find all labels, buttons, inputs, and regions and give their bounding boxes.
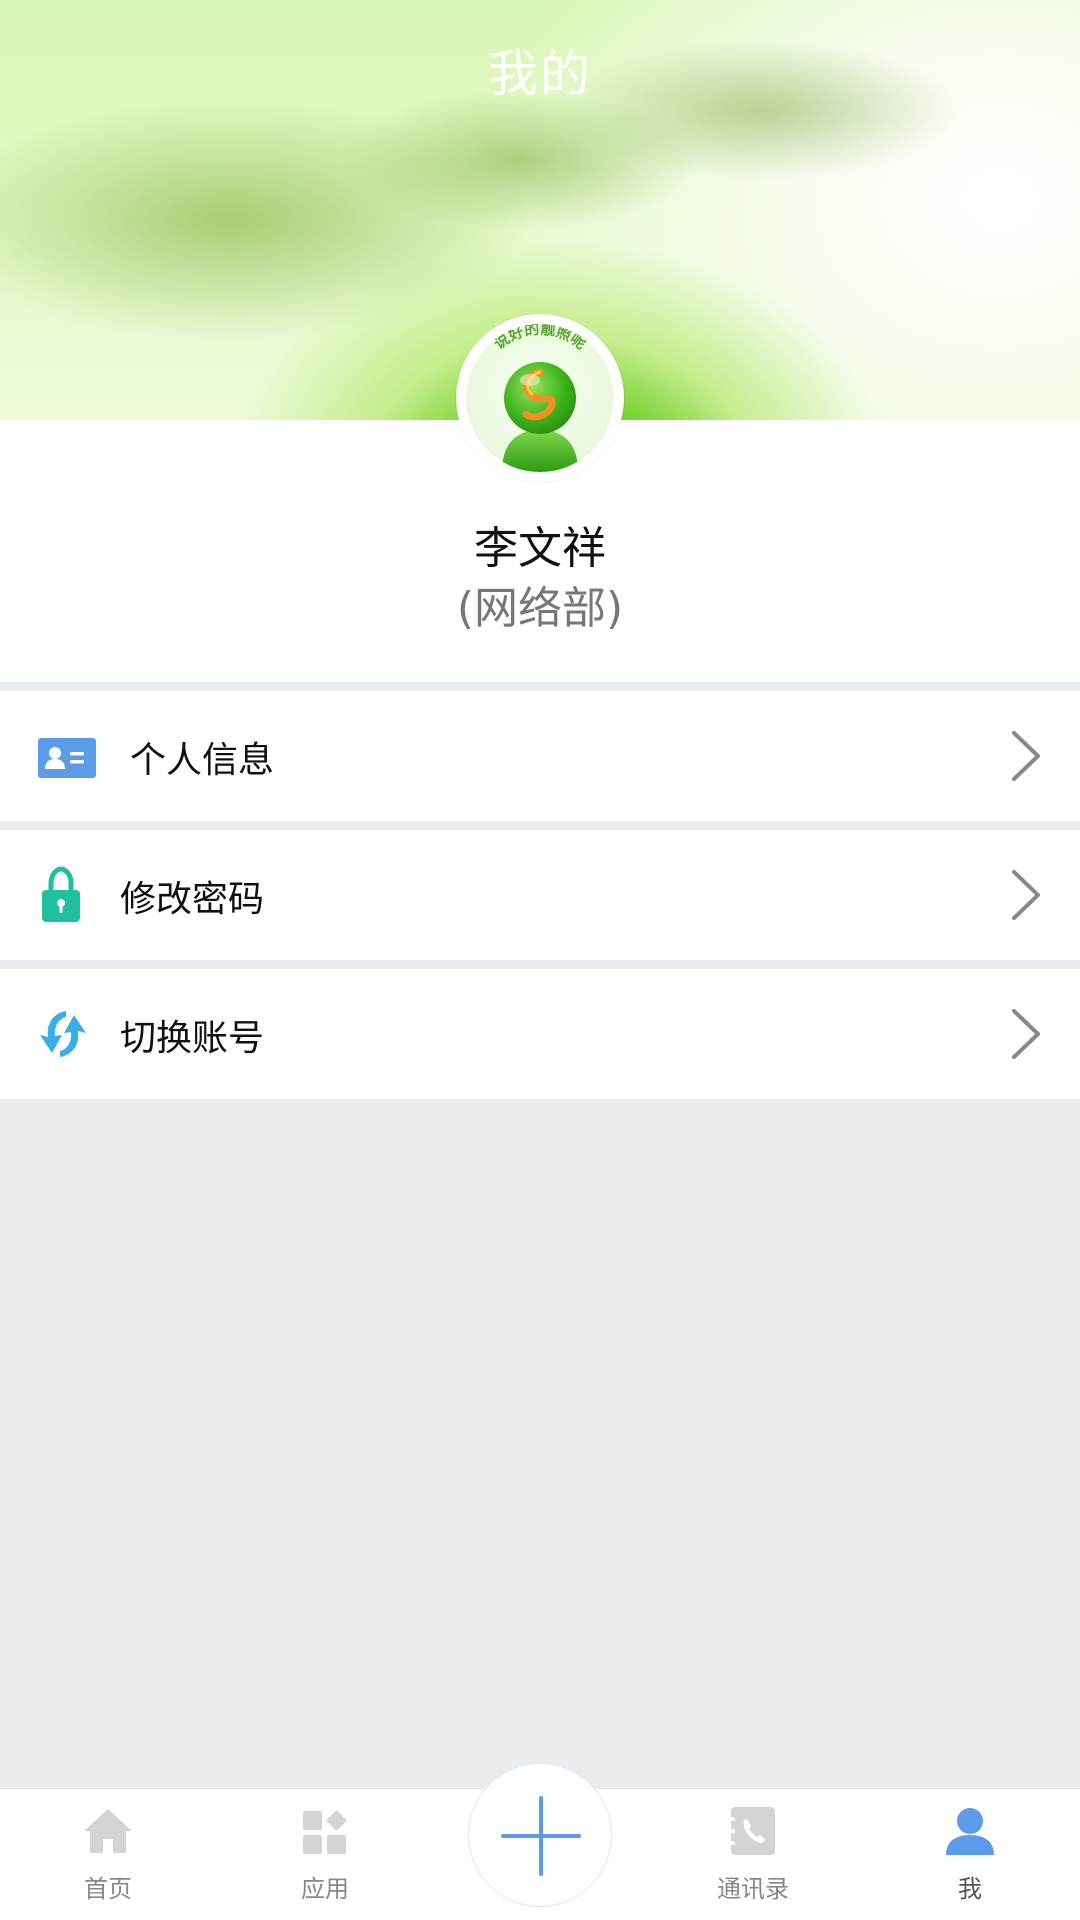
tab-label-contacts: 通讯录	[717, 1875, 789, 1903]
menu-label-change-password: 修改密码	[120, 879, 265, 920]
default-avatar-icon: 说好的靓照呢	[491, 324, 590, 472]
switch-account-icon	[40, 1011, 86, 1057]
home-icon	[84, 1809, 132, 1853]
user-department: (网络部)	[456, 583, 624, 634]
tab-label-home: 首页	[84, 1875, 132, 1903]
add-button[interactable]	[468, 1763, 612, 1907]
tab-label-me: 我	[958, 1875, 982, 1903]
plus-icon	[501, 1796, 581, 1876]
apps-icon	[303, 1810, 347, 1854]
chevron-right-icon	[1012, 870, 1040, 920]
tab-contacts[interactable]: 通讯录	[683, 1789, 823, 1920]
menu-label-switch-account: 切换账号	[120, 1018, 265, 1059]
chevron-right-icon	[1012, 731, 1040, 781]
tab-apps[interactable]: 应用	[255, 1789, 395, 1920]
chevron-right-icon	[1012, 1009, 1040, 1059]
id-card-icon	[38, 738, 96, 778]
user-name: 李文祥	[474, 523, 606, 574]
avatar-image: 说好的靓照呢	[466, 324, 614, 472]
contacts-icon	[729, 1807, 775, 1855]
user-icon	[946, 1808, 994, 1855]
avatar-caption: 说好的靓照呢	[491, 324, 590, 353]
svg-text:说好的靓照呢: 说好的靓照呢	[491, 324, 590, 353]
menu-item-personal-info[interactable]: 个人信息	[0, 691, 1080, 821]
lock-icon	[42, 866, 80, 922]
menu-item-change-password[interactable]: 修改密码	[0, 830, 1080, 960]
menu-item-switch-account[interactable]: 切换账号	[0, 969, 1080, 1099]
menu-label-personal-info: 个人信息	[130, 740, 275, 781]
avatar[interactable]: 说好的靓照呢	[456, 314, 624, 482]
tab-me[interactable]: 我	[900, 1789, 1040, 1920]
tab-home[interactable]: 首页	[38, 1789, 178, 1920]
page-title: 我的	[488, 45, 592, 103]
tab-label-apps: 应用	[301, 1875, 349, 1903]
